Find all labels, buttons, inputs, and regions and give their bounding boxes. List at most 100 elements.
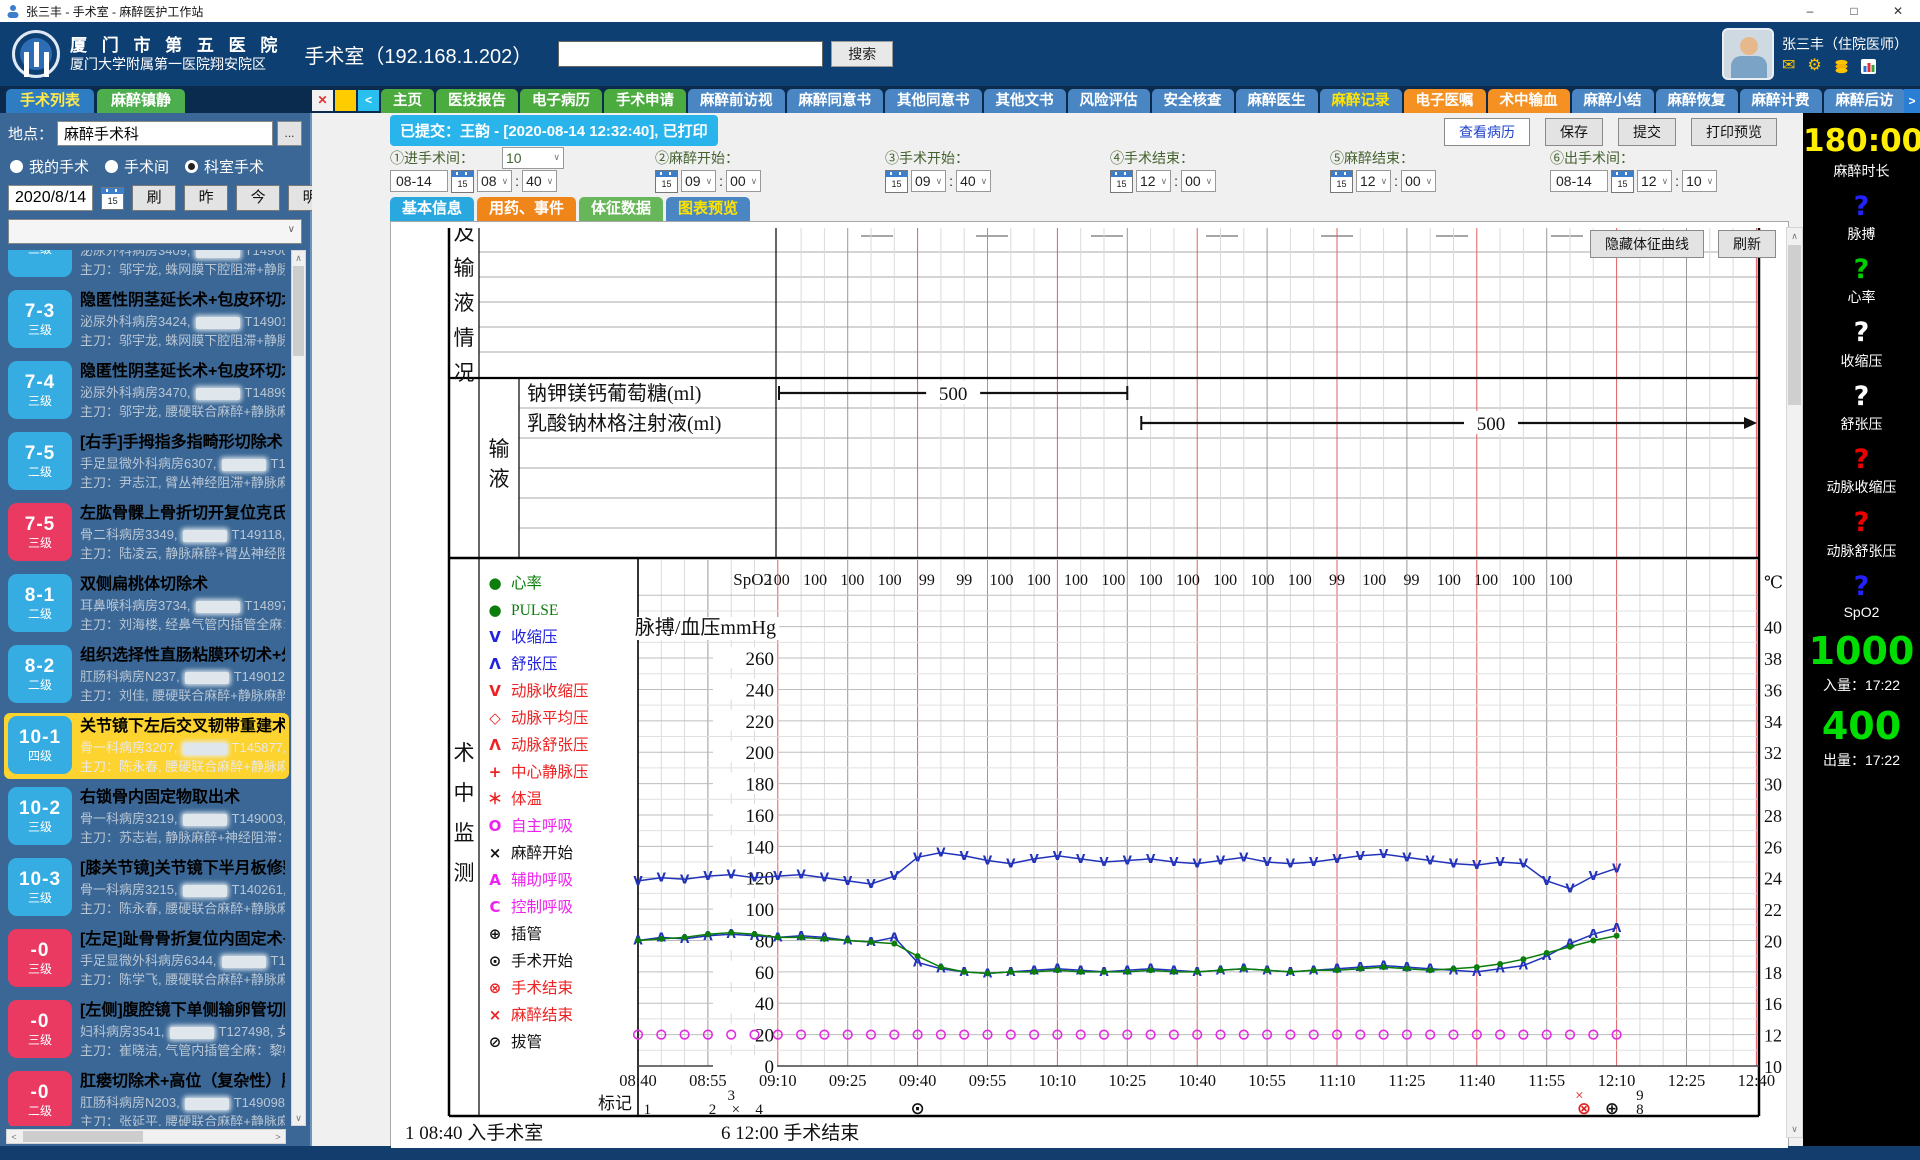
tab-麻醉前访视[interactable]: 麻醉前访视: [688, 89, 785, 113]
surgery-list-item[interactable]: 10-3三级[膝关节镜]关节镜下半月板修整成形术+关骨一科病房3215,T140…: [4, 855, 289, 921]
hour-select[interactable]: 08: [477, 170, 512, 192]
tab-电子医嘱[interactable]: 电子医嘱: [1404, 89, 1486, 113]
radio-我的手术[interactable]: 我的手术: [10, 156, 89, 177]
tab-surgery-list[interactable]: 手术列表: [6, 89, 94, 113]
toolbar-button-提交[interactable]: 提交: [1618, 118, 1676, 146]
search-input[interactable]: [558, 41, 823, 67]
scroll-up-icon[interactable]: ∧: [292, 251, 305, 265]
minute-select[interactable]: 10: [1682, 170, 1717, 192]
toolbar-button-保存[interactable]: 保存: [1545, 118, 1603, 146]
surgery-list-item[interactable]: 三级泌尿外科病房3409,T149000, 男, 12岁2个主刀：邬宇龙, 蛛网…: [4, 250, 289, 282]
tab-麻醉计费[interactable]: 麻醉计费: [1740, 89, 1822, 113]
hide-vitals-curve-button[interactable]: 隐藏体征曲线: [1590, 230, 1704, 258]
calendar-icon[interactable]: 15: [1110, 170, 1133, 193]
tab-主页[interactable]: 主页: [381, 89, 434, 113]
tab-麻醉小结[interactable]: 麻醉小结: [1572, 89, 1654, 113]
hour-select[interactable]: 09: [911, 170, 946, 192]
tab-麻醉后访[interactable]: 麻醉后访: [1824, 89, 1905, 113]
mail-icon[interactable]: ✉: [1782, 58, 1795, 74]
scroll-down-icon[interactable]: ∨: [292, 1111, 305, 1125]
scrollbar-thumb[interactable]: [293, 266, 304, 356]
minute-select[interactable]: 40: [956, 170, 991, 192]
minimize-icon[interactable]: –: [1788, 4, 1832, 18]
surgery-list-item[interactable]: 7-4三级隐匿性阴茎延长术+包皮环切术+显微镜下泌尿外科病房3470,T1489…: [4, 358, 289, 424]
toolbar-button-查看病历[interactable]: 查看病历: [1444, 118, 1530, 146]
surgery-list-item[interactable]: 8-2二级组织选择性直肠粘膜环切术+外痔切除术肛肠科病房N237,T149012…: [4, 642, 289, 708]
tab-其他文书[interactable]: 其他文书: [984, 89, 1066, 113]
surgery-list-item[interactable]: -0三级[左足]趾骨骨折复位内固定术+[左足]清创手足显微外科病房6344,T1…: [4, 926, 289, 992]
scroll-up-icon[interactable]: ∧: [1787, 228, 1802, 244]
scroll-left-icon[interactable]: <: [7, 1130, 21, 1143]
date-input[interactable]: 08-14: [1550, 170, 1608, 192]
radio-手术间[interactable]: 手术间: [105, 156, 169, 177]
calendar-icon[interactable]: 15: [1611, 170, 1634, 193]
calendar-icon[interactable]: 15: [885, 170, 908, 193]
radio-科室手术[interactable]: 科室手术: [185, 156, 264, 177]
close-icon[interactable]: ✕: [1876, 4, 1920, 18]
day-button-刷[interactable]: 刷: [132, 185, 176, 211]
tab-风险评估[interactable]: 风险评估: [1068, 89, 1150, 113]
sidebar-horizontal-scrollbar[interactable]: < >: [6, 1129, 286, 1144]
tab-术中输血[interactable]: 术中输血: [1488, 89, 1570, 113]
radio-icon[interactable]: [10, 160, 23, 173]
hour-select[interactable]: 09: [681, 170, 716, 192]
scroll-tabs-right-icon[interactable]: >: [1904, 89, 1920, 113]
tab-安全核查[interactable]: 安全核查: [1152, 89, 1234, 113]
hour-select[interactable]: 12: [1637, 170, 1672, 192]
location-input[interactable]: [57, 121, 273, 146]
tab-麻醉同意书[interactable]: 麻醉同意书: [787, 89, 884, 113]
surgery-list-item[interactable]: -0二级肛瘘切除术+高位（复杂性）肛瘘挂线术肛肠科病房N203,T149098,…: [4, 1068, 289, 1126]
tab-手术申请[interactable]: 手术申请: [604, 89, 686, 113]
tab-麻醉医生[interactable]: 麻醉医生: [1236, 89, 1318, 113]
hour-select[interactable]: 12: [1356, 170, 1391, 192]
calendar-icon[interactable]: 15: [451, 170, 474, 193]
tab-麻醉恢复[interactable]: 麻醉恢复: [1656, 89, 1738, 113]
minute-select[interactable]: 00: [1181, 170, 1216, 192]
calendar-icon[interactable]: 15: [101, 187, 124, 210]
gear-icon[interactable]: ⚙: [1807, 58, 1821, 74]
avatar[interactable]: [1722, 28, 1774, 80]
close-tab-icon[interactable]: ✕: [312, 90, 333, 111]
tab-anesthesia-sedation[interactable]: 麻醉镇静: [97, 89, 185, 113]
main-vertical-scrollbar[interactable]: ∧ ∨: [1786, 227, 1803, 1138]
surgery-list-item[interactable]: 8-1二级双侧扁桃体切除术耳鼻喉科病房3734,T148976, 女, 26岁：…: [4, 571, 289, 637]
surgery-list-item[interactable]: 7-5三级左肱骨髁上骨折切开复位克氏针内固定术骨二科病房3349,T149118…: [4, 500, 289, 566]
subtab-体征数据[interactable]: 体征数据: [579, 197, 663, 221]
scroll-right-icon[interactable]: >: [271, 1130, 285, 1143]
minute-select[interactable]: 00: [1401, 170, 1436, 192]
chart-icon[interactable]: [1861, 59, 1876, 74]
date-input[interactable]: 2020/8/14: [8, 185, 93, 211]
location-more-button[interactable]: ...: [277, 121, 302, 146]
toolbar-button-打印预览[interactable]: 打印预览: [1691, 118, 1777, 146]
search-button[interactable]: 搜索: [831, 41, 893, 67]
surgery-list-item[interactable]: 10-2三级右锁骨内固定物取出术骨一科病房3219,T149003, 男, 38…: [4, 784, 289, 850]
surgery-list-item[interactable]: 7-5二级[右手]手拇指多指畸形切除术手足显微外科病房6307,T149046,…: [4, 429, 289, 495]
refresh-button[interactable]: 刷新: [1718, 230, 1776, 258]
scrollbar-thumb[interactable]: [1788, 245, 1801, 405]
tab-电子病历[interactable]: 电子病历: [520, 89, 602, 113]
calendar-icon[interactable]: 15: [655, 170, 678, 193]
coins-icon[interactable]: [1834, 59, 1849, 74]
tab-医技报告[interactable]: 医技报告: [436, 89, 518, 113]
date-input[interactable]: 08-14: [390, 170, 448, 192]
radio-icon[interactable]: [105, 160, 118, 173]
calendar-icon[interactable]: 15: [1330, 170, 1353, 193]
subtab-图表预览[interactable]: 图表预览: [666, 197, 750, 221]
surgery-list-item[interactable]: -0三级[左侧]腹腔镜下单侧输卵管切除术+[右侧]妇科病房3541,T12749…: [4, 997, 289, 1063]
sidebar-vertical-scrollbar[interactable]: ∧ ∨: [291, 250, 306, 1126]
scrollbar-thumb[interactable]: [23, 1131, 143, 1142]
day-button-今[interactable]: 今: [236, 185, 280, 211]
day-button-昨[interactable]: 昨: [184, 185, 228, 211]
subtab-用药、事件[interactable]: 用药、事件: [477, 197, 576, 221]
tab-麻醉记录[interactable]: 麻醉记录: [1320, 89, 1402, 113]
room-select[interactable]: 10: [502, 147, 564, 169]
scroll-down-icon[interactable]: ∨: [1787, 1121, 1802, 1137]
minute-select[interactable]: 00: [726, 170, 761, 192]
subtab-基本信息[interactable]: 基本信息: [390, 197, 474, 221]
yellow-marker-button[interactable]: [335, 90, 356, 111]
tab-其他同意书[interactable]: 其他同意书: [885, 89, 982, 113]
hour-select[interactable]: 12: [1136, 170, 1171, 192]
maximize-icon[interactable]: □: [1832, 4, 1876, 18]
filter-select[interactable]: [8, 219, 302, 244]
scroll-tabs-left-icon[interactable]: <: [358, 90, 379, 111]
